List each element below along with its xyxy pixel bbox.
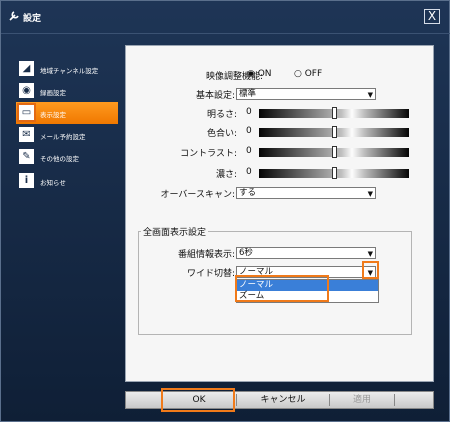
info-icon: i (19, 173, 34, 188)
highlight-dropdown-arrow (362, 261, 379, 279)
slider-thumb[interactable] (332, 126, 337, 138)
radio-on-label: ON (257, 69, 272, 79)
brightness-label: 明るさ: (206, 110, 237, 120)
basic-setting-select[interactable]: 標準 ▼ (236, 88, 376, 100)
overscan-value: する (239, 188, 257, 198)
program-info-label: 番組情報表示: (177, 250, 235, 260)
overscan-label: オーバースキャン: (160, 190, 236, 200)
settings-panel: 映像調整機能: ◉ ON ○ OFF 基本設定: 標準 ▼ 明るさ: 0 色合い… (125, 45, 434, 382)
slider-thumb[interactable] (332, 146, 337, 158)
divider (394, 394, 395, 406)
sidebar-item-recording[interactable]: ◉ 録画設定 (16, 80, 118, 102)
close-button[interactable]: X (424, 9, 440, 24)
radio-off[interactable]: ○ OFF (294, 69, 322, 79)
mail-icon: ✉ (19, 127, 34, 142)
sidebar-item-display[interactable]: ▭ 表示設定 (16, 102, 118, 124)
density-slider[interactable] (259, 167, 409, 179)
video-adjust-label: 映像調整機能: (205, 72, 263, 82)
apply-button[interactable]: 適用 (331, 392, 393, 408)
sidebar-item-channel[interactable]: ◢ 地域チャンネル設定 (16, 58, 118, 80)
radio-off-label: OFF (304, 69, 323, 79)
overscan-select[interactable]: する ▼ (236, 187, 376, 199)
contrast-slider[interactable] (259, 146, 409, 158)
divider (329, 394, 330, 406)
brightness-value: 0 (246, 107, 252, 117)
color-value: 0 (246, 126, 252, 136)
title-divider (1, 33, 450, 34)
divider (236, 394, 237, 406)
window-title: 設定 (23, 14, 42, 24)
fullscreen-group-title: 全画面表示設定 (141, 225, 209, 238)
chevron-down-icon: ▼ (367, 250, 373, 258)
sidebar-item-mail[interactable]: ✉ メール予約設定 (16, 124, 118, 146)
sidebar-item-label: メール予約設定 (40, 133, 86, 141)
cancel-button[interactable]: キャンセル (238, 392, 328, 408)
settings-window: 設定 X ◢ 地域チャンネル設定 ◉ 録画設定 ▭ 表示設定 ✉ メール予約設定… (0, 0, 450, 422)
slider-thumb[interactable] (332, 107, 337, 119)
sidebar-item-other[interactable]: ✎ その他の設定 (16, 146, 118, 168)
sidebar-item-label: 地域チャンネル設定 (40, 67, 99, 75)
program-info-select[interactable]: 6秒 ▼ (236, 247, 376, 259)
slider-thumb[interactable] (332, 167, 337, 179)
wide-switch-label: ワイド切替: (186, 269, 235, 279)
highlight-dropdown-options (235, 275, 329, 302)
record-icon: ◉ (19, 83, 34, 98)
contrast-label: コントラスト: (180, 149, 237, 159)
highlight-ok-button (161, 388, 235, 412)
density-value: 0 (246, 167, 252, 177)
radio-on[interactable]: ◉ ON (247, 69, 272, 79)
sidebar-item-info[interactable]: i お知らせ (16, 170, 118, 192)
sidebar-item-label: 表示設定 (40, 111, 66, 119)
color-slider[interactable] (259, 126, 409, 138)
broadcast-icon: ◢ (19, 61, 34, 76)
basic-setting-label: 基本設定: (195, 91, 235, 101)
basic-setting-value: 標準 (239, 89, 257, 99)
sidebar-item-label: 録画設定 (40, 89, 66, 97)
wrench-icon: ✎ (19, 149, 34, 164)
sidebar-item-label: お知らせ (40, 179, 66, 187)
contrast-value: 0 (246, 146, 252, 156)
display-icon: ▭ (17, 103, 36, 122)
wrench-icon (9, 11, 19, 21)
brightness-slider[interactable] (259, 107, 409, 119)
density-label: 濃さ: (215, 170, 237, 180)
program-info-value: 6秒 (239, 248, 253, 258)
chevron-down-icon: ▼ (367, 91, 373, 99)
color-label: 色合い: (206, 129, 237, 139)
sidebar-item-label: その他の設定 (40, 155, 79, 163)
chevron-down-icon: ▼ (367, 190, 373, 198)
title-bar: 設定 X (1, 1, 450, 33)
